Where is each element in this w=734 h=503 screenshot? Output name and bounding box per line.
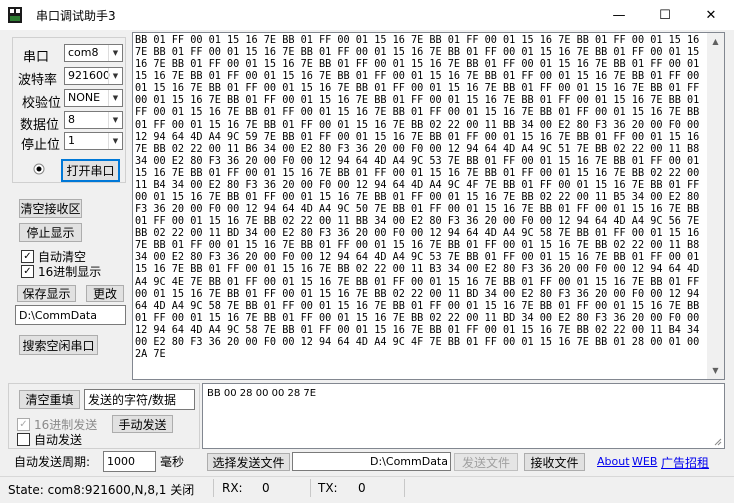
receive-line: 00 01 15 16 7E BB 01 FF 00 01 15 16 7E B… — [135, 95, 700, 107]
receive-line: 01 FF 00 01 15 16 7E BB 02 22 00 11 BB 3… — [135, 216, 700, 228]
receive-area[interactable]: BB 01 FF 00 01 15 16 7E BB 01 FF 00 01 1… — [132, 32, 725, 380]
send-text-input[interactable]: BB 00 28 00 00 28 7E — [207, 388, 316, 399]
close-icon: ✕ — [705, 7, 717, 23]
auto-send-period-label: 自动发送周期: — [14, 455, 91, 469]
receive-line: 7E BB 01 FF 00 01 15 16 7E BB 01 FF 00 0… — [135, 47, 700, 59]
receive-line: FF 00 01 15 16 7E BB 01 FF 00 01 15 16 7… — [135, 107, 700, 119]
baud-label: 波特率 — [18, 73, 58, 88]
databits-label: 数据位 — [20, 118, 60, 133]
checkbox-checked-icon: ✓ — [21, 265, 34, 278]
stopbits-label: 停止位 — [21, 138, 61, 153]
receive-line: A4 9C 4E 7E BB 01 FF 00 01 15 16 7E BB 0… — [135, 276, 700, 288]
receive-scrollbar[interactable]: ▲ ▼ — [707, 33, 724, 379]
open-port-button[interactable]: 打开串口 — [61, 159, 120, 182]
parity-select[interactable]: NONE ▼ — [64, 89, 123, 107]
receive-line: 64 4D A4 9C 58 7E BB 01 FF 00 01 15 16 7… — [135, 300, 700, 312]
receive-line: 34 00 E2 80 F3 36 20 00 F0 00 12 94 64 4… — [135, 155, 700, 167]
rx-label: RX: — [222, 481, 243, 495]
receive-line: 15 16 7E BB 01 FF 00 01 15 16 7E BB 01 F… — [135, 167, 700, 179]
receive-text: BB 01 FF 00 01 15 16 7E BB 01 FF 00 01 1… — [135, 35, 707, 379]
clear-resend-button[interactable]: 清空重填 — [19, 390, 80, 409]
receive-line: 01 FF 00 01 15 16 7E BB 01 FF 00 01 15 1… — [135, 119, 700, 131]
receive-line: 15 16 7E BB 01 FF 00 01 15 16 7E BB 01 F… — [135, 71, 700, 83]
databits-select[interactable]: 8 ▼ — [64, 111, 123, 129]
chevron-down-icon: ▼ — [108, 90, 122, 106]
save-path-field[interactable]: D:\CommData — [15, 305, 126, 325]
maximize-icon: ☐ — [659, 7, 671, 23]
port-select[interactable]: com8 ▼ — [64, 44, 123, 62]
receive-line: 01 FF 00 01 15 16 7E BB 01 FF 00 01 15 1… — [135, 312, 700, 324]
receive-file-button[interactable]: 接收文件 — [524, 453, 585, 471]
tx-label: TX: — [318, 481, 338, 495]
receive-line: 00 01 15 16 7E BB 01 FF 00 01 15 16 7E B… — [135, 288, 700, 300]
tx-count: 0 — [358, 481, 366, 495]
receive-line: 7E BB 01 FF 00 01 15 16 7E BB 01 FF 00 0… — [135, 240, 700, 252]
port-label: 串口 — [23, 50, 50, 65]
checkbox-unchecked-icon — [17, 433, 30, 446]
chevron-down-icon: ▼ — [108, 112, 122, 128]
receive-line: 00 01 15 16 7E BB 01 FF 00 01 15 16 7E B… — [135, 192, 700, 204]
scroll-down-icon[interactable]: ▼ — [707, 362, 724, 379]
receive-line: F3 36 20 00 F0 00 12 94 64 4D A4 9C 50 7… — [135, 204, 700, 216]
receive-line: 7E BB 02 22 00 11 B6 34 00 E2 80 F3 36 2… — [135, 143, 700, 155]
rx-count: 0 — [262, 481, 270, 495]
hex-display-checkbox[interactable]: ✓ 16进制显示 — [21, 263, 101, 280]
chevron-down-icon: ▼ — [108, 68, 122, 84]
window-title: 串口调试助手3 — [36, 9, 116, 23]
receive-line: 15 16 7E BB 01 FF 00 01 15 16 7E BB 02 2… — [135, 264, 700, 276]
minimize-button[interactable]: — — [596, 0, 642, 30]
stop-display-button[interactable]: 停止显示 — [19, 223, 82, 242]
scroll-up-icon[interactable]: ▲ — [707, 33, 724, 50]
minimize-icon: — — [612, 7, 626, 23]
status-separator — [310, 479, 311, 497]
checkbox-checked-icon: ✓ — [21, 250, 34, 263]
receive-line: 01 15 16 7E BB 01 FF 00 01 15 16 7E BB 0… — [135, 83, 700, 95]
maximize-button[interactable]: ☐ — [642, 0, 688, 30]
receive-line: 12 94 64 4D A4 9C 58 7E BB 01 FF 00 01 1… — [135, 324, 700, 336]
connection-state: State: com8:921600,N,8,1 关闭 — [8, 483, 195, 497]
send-file-button[interactable]: 发送文件 — [454, 453, 518, 471]
file-path-field[interactable]: D:\CommData — [292, 452, 451, 471]
manual-send-button[interactable]: 手动发送 — [112, 415, 173, 433]
ad-link[interactable]: 广告招租 — [661, 454, 709, 471]
status-separator — [404, 479, 405, 497]
change-path-button[interactable]: 更改 — [86, 285, 124, 302]
app-icon — [8, 7, 22, 23]
select-send-file-button[interactable]: 选择发送文件 — [207, 453, 290, 471]
baud-select[interactable]: 921600 ▼ — [64, 67, 123, 85]
period-unit-label: 毫秒 — [160, 455, 185, 469]
chevron-down-icon: ▼ — [108, 45, 122, 61]
web-link[interactable]: WEB — [632, 455, 657, 468]
auto-send-checkbox[interactable]: 自动发送 — [17, 431, 82, 448]
send-area[interactable]: BB 00 28 00 00 28 7E — [202, 383, 725, 449]
receive-line: 34 00 E2 80 F3 36 20 00 F0 00 12 94 64 4… — [135, 252, 700, 264]
receive-line: 16 7E BB 01 FF 00 01 15 16 7E BB 01 FF 0… — [135, 59, 700, 71]
stopbits-select[interactable]: 1 ▼ — [64, 132, 123, 150]
receive-line: BB 01 FF 00 01 15 16 7E BB 01 FF 00 01 1… — [135, 35, 700, 46]
about-link[interactable]: About — [597, 455, 630, 468]
chevron-down-icon: ▼ — [108, 133, 122, 149]
parity-label: 校验位 — [22, 96, 62, 111]
receive-line: 11 B4 34 00 E2 80 F3 36 20 00 F0 00 12 9… — [135, 179, 700, 191]
receive-line: 00 E2 80 F3 36 20 00 F0 00 12 94 64 4D A… — [135, 336, 700, 348]
close-button[interactable]: ✕ — [688, 0, 734, 30]
title-bar: 串口调试助手3 — ☐ ✕ — [0, 0, 734, 30]
auto-send-period-field[interactable]: 1000 — [103, 451, 156, 472]
save-display-button[interactable]: 保存显示 — [17, 285, 76, 302]
receive-line: 2A 7E — [135, 349, 166, 361]
checkbox-checked-icon: ✓ — [17, 418, 30, 431]
port-status-indicator-icon — [33, 163, 45, 175]
send-chars-label: 发送的字符/数据 — [84, 389, 195, 410]
status-bar: State: com8:921600,N,8,1 关闭 RX: 0 TX: 0 — [0, 476, 734, 499]
receive-line: BB 02 22 00 11 BD 34 00 E2 80 F3 36 20 0… — [135, 228, 700, 240]
clear-receive-button[interactable]: 清空接收区 — [19, 199, 82, 218]
status-separator — [213, 479, 214, 497]
resize-grip-icon — [714, 438, 722, 446]
search-idle-port-button[interactable]: 搜索空闲串口 — [19, 335, 98, 355]
receive-line: 12 94 64 4D A4 9C 59 7E BB 01 FF 00 01 1… — [135, 131, 700, 143]
